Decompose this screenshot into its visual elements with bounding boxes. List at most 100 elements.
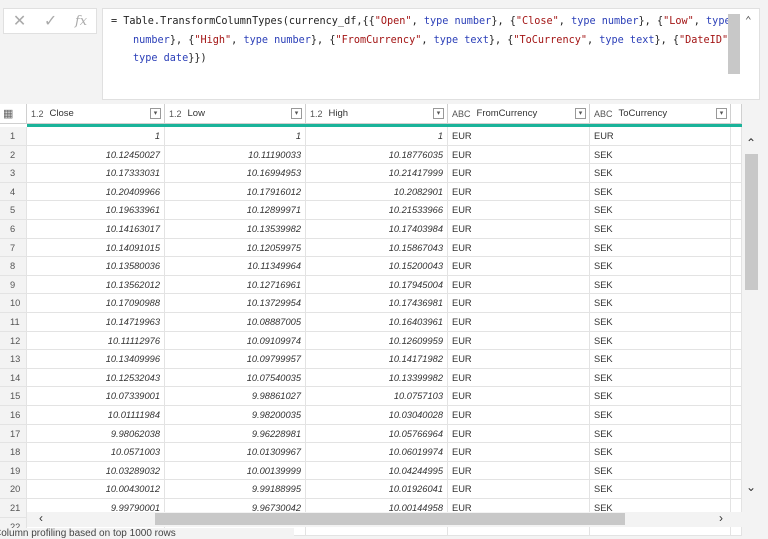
table-cell[interactable]: 10.13729954 [165, 294, 306, 313]
table-row[interactable]: 6 10.14163017 10.13539982 10.17403984 EUR SEK [0, 220, 742, 239]
table-cell[interactable]: 10.20409966 [27, 182, 165, 202]
column-header-d[interactable]: D [731, 104, 742, 124]
table-cell[interactable]: EUR [590, 127, 731, 146]
column-header-tocurrency[interactable]: ABC ToCurrency ▾ [590, 104, 731, 124]
table-cell[interactable]: SEK [590, 350, 731, 369]
scroll-down-icon[interactable]: ⌄ [746, 480, 756, 494]
formula-input[interactable]: = Table.TransformColumnTypes(currency_df… [102, 8, 760, 100]
table-cell[interactable]: 10.17333031 [27, 164, 165, 183]
table-cell[interactable]: EUR [448, 424, 590, 444]
table-cell[interactable]: 10.01926041 [306, 480, 448, 499]
table-cell[interactable]: EUR [448, 406, 590, 425]
table-cell[interactable] [731, 443, 742, 462]
table-cell[interactable]: 10.07339001 [27, 387, 165, 406]
type-icon[interactable]: 1.2 [310, 109, 323, 119]
table-cell[interactable]: 10.2082901 [306, 182, 448, 202]
table-cell[interactable]: EUR [448, 313, 590, 332]
filter-dropdown-icon[interactable]: ▾ [716, 108, 727, 119]
table-cell[interactable] [731, 331, 742, 351]
table-cell[interactable]: SEK [590, 201, 731, 220]
table-cell[interactable]: EUR [448, 220, 590, 239]
table-cell[interactable]: EUR [448, 164, 590, 183]
table-cell[interactable]: 10.12059975 [165, 238, 306, 258]
table-cell[interactable] [731, 350, 742, 369]
table-cell[interactable]: SEK [590, 331, 731, 351]
horizontal-scroll-thumb[interactable] [155, 513, 625, 525]
table-cell[interactable]: EUR [448, 443, 590, 462]
table-cell[interactable]: 10.12899971 [165, 201, 306, 220]
scroll-up-icon[interactable]: ⌃ [746, 136, 756, 150]
table-cell[interactable]: 10.05766964 [306, 424, 448, 444]
table-cell[interactable] [731, 480, 742, 499]
table-cell[interactable]: EUR [448, 461, 590, 481]
table-cell[interactable]: 10.21533966 [306, 201, 448, 220]
table-cell[interactable]: 10.13562012 [27, 275, 165, 295]
table-cell[interactable]: 10.0571003 [27, 443, 165, 462]
table-cell[interactable]: 10.21417999 [306, 164, 448, 183]
table-cell[interactable]: 10.11112976 [27, 331, 165, 351]
table-cell[interactable]: SEK [590, 275, 731, 295]
table-cell[interactable]: 1 [165, 127, 306, 146]
type-icon[interactable]: 1.2 [31, 109, 44, 119]
table-row[interactable]: 4 10.20409966 10.17916012 10.2082901 EUR SEK [0, 182, 742, 202]
table-cell[interactable]: 10.14091015 [27, 238, 165, 258]
table-cell[interactable]: 10.03289032 [27, 461, 165, 481]
table-cell[interactable] [731, 368, 742, 388]
table-cell[interactable]: SEK [590, 238, 731, 258]
table-cell[interactable]: SEK [590, 294, 731, 313]
column-header-high[interactable]: 1.2 High ▾ [306, 104, 448, 124]
table-cell[interactable]: 9.98861027 [165, 387, 306, 406]
table-cell[interactable] [731, 461, 742, 481]
column-header-fromcurrency[interactable]: ABC FromCurrency ▾ [448, 104, 590, 124]
table-cell[interactable]: 1 [27, 127, 165, 146]
table-cell[interactable]: EUR [448, 350, 590, 369]
table-cell[interactable]: EUR [448, 238, 590, 258]
table-row[interactable]: 13 10.13409996 10.09799957 10.14171982 EUR SE… [0, 350, 742, 369]
table-cell[interactable]: EUR [448, 368, 590, 388]
table-cell[interactable]: 10.13580036 [27, 257, 165, 276]
table-cell[interactable] [731, 145, 742, 165]
table-row[interactable]: 17 9.98062038 9.96228981 10.05766964 EUR SEK [0, 424, 742, 444]
table-cell[interactable]: 9.99188995 [165, 480, 306, 499]
table-cell[interactable]: 10.0757103 [306, 387, 448, 406]
table-cell[interactable]: SEK [590, 424, 731, 444]
table-row[interactable]: 15 10.07339001 9.98861027 10.0757103 EUR SEK [0, 387, 742, 406]
table-cell[interactable] [731, 257, 742, 276]
table-cell[interactable]: 10.17945004 [306, 275, 448, 295]
table-cell[interactable]: 10.17090988 [27, 294, 165, 313]
table-cell[interactable] [731, 406, 742, 425]
table-cell[interactable]: 10.09799957 [165, 350, 306, 369]
table-cell[interactable]: 10.18776035 [306, 145, 448, 165]
table-cell[interactable] [731, 424, 742, 444]
table-cell[interactable]: SEK [590, 182, 731, 202]
filter-dropdown-icon[interactable]: ▾ [150, 108, 161, 119]
table-cell[interactable]: EUR [448, 387, 590, 406]
table-row[interactable]: 8 10.13580036 10.11349964 10.15200043 EUR SEK [0, 257, 742, 276]
table-cell[interactable]: 1 [306, 127, 448, 146]
table-cell[interactable]: EUR [448, 480, 590, 499]
table-cell[interactable]: 10.12532043 [27, 368, 165, 388]
table-cell[interactable]: 10.03040028 [306, 406, 448, 425]
table-cell[interactable]: 9.96228981 [165, 424, 306, 444]
formula-scrollbar[interactable] [728, 14, 740, 74]
table-cell[interactable]: SEK [590, 220, 731, 239]
vertical-scrollbar[interactable]: ⌃ ⌄ [742, 130, 762, 510]
table-cell[interactable]: 9.98062038 [27, 424, 165, 444]
table-cell[interactable]: SEK [590, 257, 731, 276]
table-cell[interactable]: SEK [590, 480, 731, 499]
table-cell[interactable] [731, 387, 742, 406]
table-cell[interactable]: 10.14719963 [27, 313, 165, 332]
table-cell[interactable]: 10.14163017 [27, 220, 165, 239]
table-cell[interactable]: EUR [448, 331, 590, 351]
table-row[interactable]: 2 10.12450027 10.11190033 10.18776035 EUR SEK [0, 145, 742, 165]
scroll-right-icon[interactable]: › [719, 511, 723, 525]
table-cell[interactable]: EUR [448, 182, 590, 202]
table-row[interactable]: 1 1 1 1 EUR EUR [0, 127, 742, 146]
table-cell[interactable]: 10.06019974 [306, 443, 448, 462]
type-icon[interactable]: ABC [594, 109, 613, 119]
vertical-scroll-thumb[interactable] [745, 154, 758, 290]
table-cell[interactable]: 9.98200035 [165, 406, 306, 425]
table-cell[interactable]: 10.16994953 [165, 164, 306, 183]
table-cell[interactable] [731, 201, 742, 220]
table-cell[interactable]: 10.14171982 [306, 350, 448, 369]
